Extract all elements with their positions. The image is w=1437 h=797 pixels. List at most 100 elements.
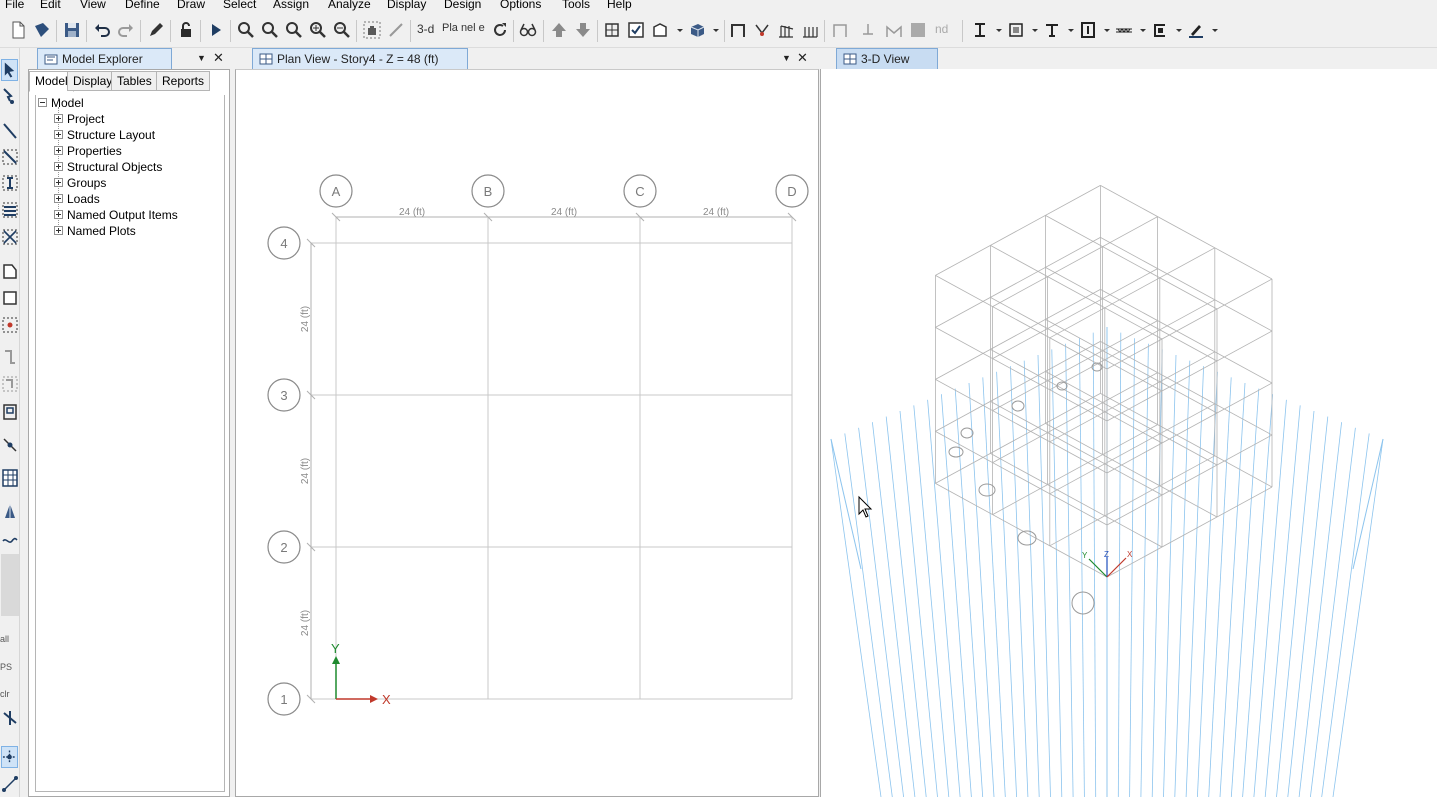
plan-view-canvas[interactable]: A B C D 4 3 2 1 24 (ft) 24 (ft) 24 (ft) … <box>235 69 819 797</box>
draw-secondary-beam-button[interactable] <box>1 199 18 221</box>
tree-node-loads[interactable]: Loads <box>54 191 100 207</box>
plan-close-icon[interactable]: ✕ <box>797 50 808 66</box>
expand-icon[interactable] <box>54 162 63 172</box>
3d-grid-bubble[interactable] <box>1071 591 1095 615</box>
tab-3d-view[interactable]: 3-D View <box>836 48 938 69</box>
tree-node-named-plots[interactable]: Named Plots <box>54 223 136 239</box>
plan-dropdown-icon[interactable]: ▼ <box>782 53 791 63</box>
draw-beam-region-button[interactable] <box>1 146 18 168</box>
expand-icon[interactable] <box>54 130 63 140</box>
explorer-dropdown-icon[interactable]: ▼ <box>197 53 206 63</box>
draw-wall-stack-button[interactable] <box>800 20 820 40</box>
menu-options[interactable]: Options <box>500 0 541 12</box>
tab-model-explorer[interactable]: Model Explorer <box>37 48 172 69</box>
draw-brace-button[interactable] <box>752 20 772 40</box>
menu-select[interactable]: Select <box>223 0 256 12</box>
draw-beam-button[interactable] <box>830 20 850 40</box>
menu-display[interactable]: Display <box>387 0 426 12</box>
rotate-3d-button[interactable] <box>490 20 510 40</box>
pan-button[interactable] <box>362 20 382 40</box>
draw-floor-polygon-button[interactable] <box>1 260 18 282</box>
dropdown-arrow[interactable] <box>1176 29 1182 32</box>
draw-column-region-button[interactable] <box>1 172 18 194</box>
3d-view-canvas[interactable]: Y Z X <box>820 69 1437 797</box>
quick-draw-floor-button[interactable] <box>1 314 18 336</box>
expand-icon[interactable] <box>54 194 63 204</box>
section-designer-button[interactable] <box>970 20 990 40</box>
tree-node-project[interactable]: Project <box>54 111 104 127</box>
tree-node-model[interactable]: Model <box>38 95 84 111</box>
draw-dimension-button[interactable] <box>1 500 18 522</box>
menu-help[interactable]: Help <box>607 0 632 12</box>
measure-button[interactable] <box>386 20 406 40</box>
3d-grid-bubble[interactable] <box>1011 400 1025 412</box>
3d-view-drawing[interactable]: Y Z X <box>821 69 1437 797</box>
explorer-tab-reports[interactable]: Reports <box>156 71 211 91</box>
menu-file[interactable]: File <box>5 0 24 12</box>
area-section-button[interactable] <box>1006 20 1026 40</box>
draw-tendon-button[interactable] <box>1 529 18 551</box>
draw-frame-button[interactable] <box>728 20 748 40</box>
expand-icon[interactable] <box>54 114 63 124</box>
deck-section-button[interactable] <box>1114 20 1134 40</box>
zoom-out-button[interactable] <box>332 20 352 40</box>
expand-icon[interactable] <box>54 146 63 156</box>
menu-edit[interactable]: Edit <box>40 0 61 12</box>
run-analysis-button[interactable] <box>206 20 226 40</box>
new-model-button[interactable] <box>8 20 28 40</box>
explorer-close-icon[interactable]: ✕ <box>213 50 224 66</box>
move-down-button[interactable] <box>573 20 593 40</box>
draw-grid-button[interactable] <box>1 467 18 489</box>
undo-button[interactable] <box>92 20 112 40</box>
expand-icon[interactable] <box>54 210 63 220</box>
draw-opening-button[interactable] <box>1 401 18 423</box>
column-section-button[interactable] <box>1078 20 1098 40</box>
draw-line-button[interactable] <box>1 120 18 142</box>
3d-grid-bubble[interactable] <box>948 446 964 458</box>
expand-icon[interactable] <box>54 178 63 188</box>
draw-support-button[interactable] <box>858 20 878 40</box>
move-up-button[interactable] <box>549 20 569 40</box>
quick-draw-wall-button[interactable] <box>1 373 18 395</box>
menu-define[interactable]: Define <box>125 0 160 12</box>
draw-wall-button[interactable] <box>776 20 796 40</box>
expand-icon[interactable] <box>54 226 63 236</box>
lock-button[interactable] <box>176 20 196 40</box>
tree-node-structure-layout[interactable]: Structure Layout <box>54 127 155 143</box>
dropdown-arrow[interactable] <box>677 29 683 32</box>
dropdown-arrow[interactable] <box>1212 29 1218 32</box>
object-shrink-button[interactable] <box>602 20 622 40</box>
link-property-button[interactable] <box>1150 20 1170 40</box>
frame-section-button[interactable] <box>1042 20 1062 40</box>
dropdown-arrow[interactable] <box>1032 29 1038 32</box>
redo-button[interactable] <box>116 20 136 40</box>
snap-points-button[interactable] <box>1 746 18 768</box>
dropdown-arrow[interactable] <box>1104 29 1110 32</box>
plan-view-drawing[interactable]: A B C D 4 3 2 1 24 (ft) 24 (ft) 24 (ft) … <box>236 70 820 797</box>
menu-tools[interactable]: Tools <box>562 0 590 12</box>
draw-link-button[interactable] <box>1 434 18 456</box>
menu-assign[interactable]: Assign <box>273 0 309 12</box>
menu-design[interactable]: Design <box>444 0 481 12</box>
open-model-button[interactable] <box>32 20 52 40</box>
set-3d-view-button[interactable]: 3-d <box>417 22 434 36</box>
tab-plan-view[interactable]: Plan View - Story4 - Z = 48 (ft) <box>252 48 468 69</box>
zoom-in-button[interactable] <box>308 20 328 40</box>
pointer-select-button[interactable] <box>1 59 18 81</box>
draw-rectangular-floor-button[interactable] <box>1 287 18 309</box>
draw-brace-region-button[interactable] <box>1 226 18 248</box>
clear-select-label[interactable]: clr <box>0 689 10 699</box>
reshape-button[interactable] <box>1 86 18 108</box>
menu-view[interactable]: View <box>80 0 106 12</box>
dropdown-arrow[interactable] <box>713 29 719 32</box>
select-all-label[interactable]: all <box>0 634 9 644</box>
dropdown-arrow[interactable] <box>996 29 1002 32</box>
material-property-button[interactable] <box>1186 20 1206 40</box>
draw-wall-button-side[interactable] <box>1 346 18 368</box>
pencil-button[interactable] <box>146 20 166 40</box>
set-elevation-view-button[interactable]: el e <box>467 22 485 34</box>
previous-select-label[interactable]: PS <box>0 662 12 672</box>
set-plan-view-button[interactable]: Pla n <box>442 22 467 34</box>
perspective-button[interactable] <box>518 20 538 40</box>
draw-arch-button[interactable] <box>884 20 904 40</box>
